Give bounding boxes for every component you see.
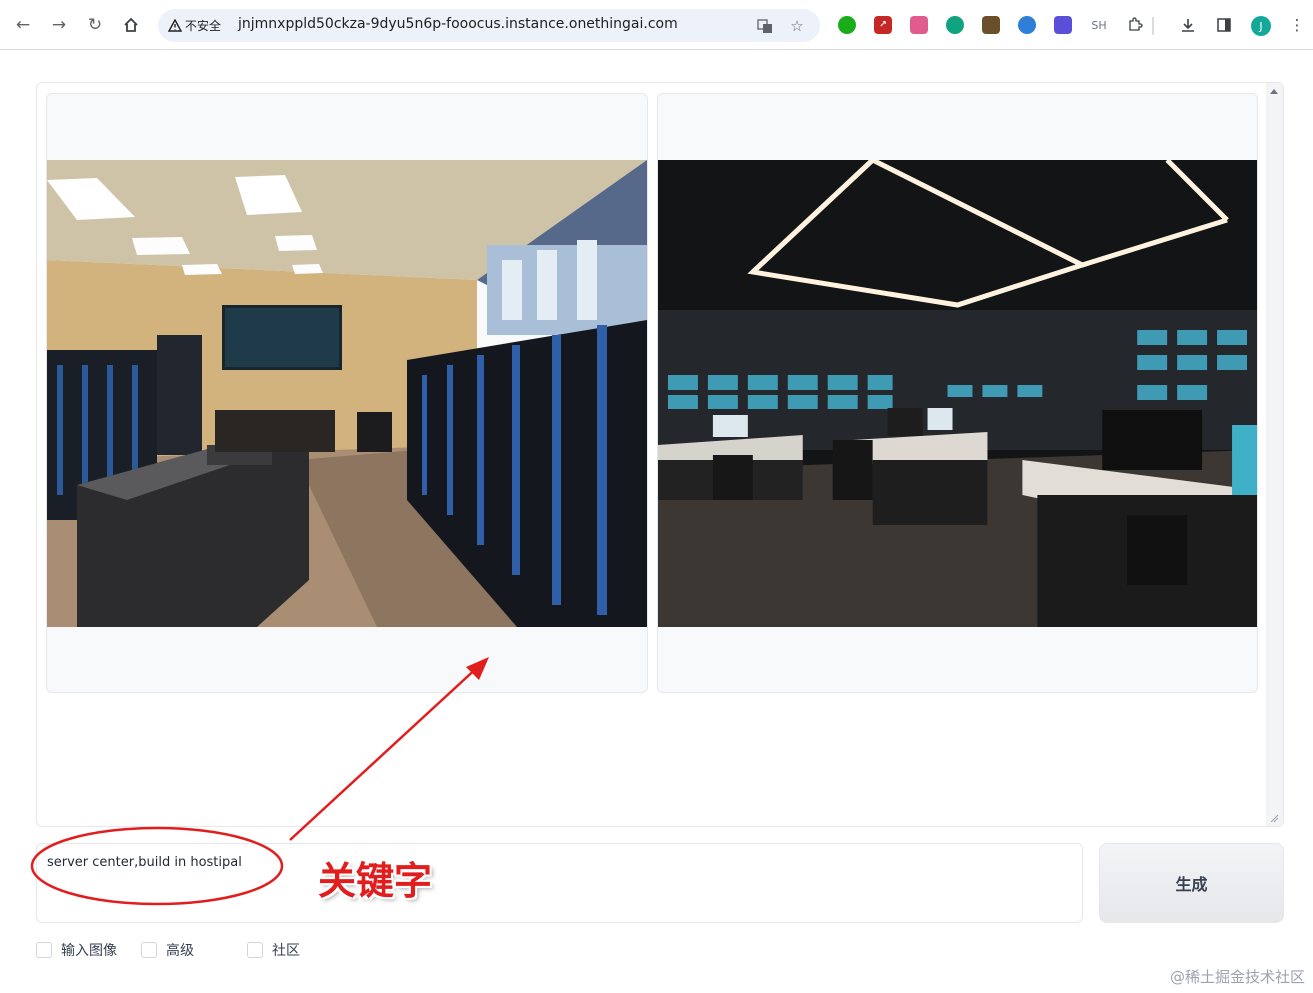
download-icon[interactable]: [1177, 14, 1199, 36]
security-warning[interactable]: 不安全: [168, 17, 221, 34]
globe-extension-icon[interactable]: [1018, 16, 1036, 34]
option-input-image[interactable]: 输入图像: [36, 940, 117, 960]
side-panel-icon[interactable]: [1213, 14, 1235, 36]
input-image-label: 输入图像: [61, 943, 117, 959]
option-community[interactable]: 社区: [247, 940, 300, 960]
image-gallery: [36, 82, 1284, 827]
sh-extension-icon[interactable]: SH: [1090, 16, 1108, 34]
bookmark-star-icon[interactable]: ☆: [787, 16, 807, 36]
generated-image-server-room[interactable]: [47, 160, 647, 627]
generate-button[interactable]: 生成: [1099, 843, 1284, 923]
annotation-label: 关键字: [318, 859, 433, 903]
chatgpt-extension-icon[interactable]: [946, 16, 964, 34]
scroll-up-icon[interactable]: [1270, 89, 1278, 94]
picture-extension-icon[interactable]: [982, 16, 1000, 34]
shield-extension-icon[interactable]: [1054, 16, 1072, 34]
translate-extension-icon[interactable]: [910, 16, 928, 34]
advanced-label: 高级: [166, 943, 194, 959]
url-text[interactable]: jnjmnxppld50ckza-9dyu5n6p-fooocus.instan…: [238, 16, 678, 32]
gallery-item-2[interactable]: [657, 93, 1258, 693]
security-label: 不安全: [185, 19, 222, 33]
watermark: @稀土掘金技术社区: [1169, 968, 1305, 986]
wechat-extension-icon[interactable]: [838, 16, 856, 34]
browser-toolbar: ← → ↻ 不安全 jnjmnxppld50ckza-9dyu5n6p-fooo…: [0, 0, 1313, 50]
prompt-input-value[interactable]: server center,build in hostipal: [47, 855, 242, 870]
more-menu-icon[interactable]: ⋮: [1286, 14, 1308, 36]
extensions-puzzle-icon[interactable]: [1124, 14, 1146, 36]
arrow-extension-icon[interactable]: ↗: [874, 16, 892, 34]
resize-grip-icon[interactable]: [1269, 813, 1279, 823]
profile-avatar[interactable]: J: [1251, 16, 1271, 36]
community-checkbox[interactable]: [247, 942, 263, 958]
advanced-checkbox[interactable]: [141, 942, 157, 958]
community-label: 社区: [272, 943, 300, 959]
translate-icon[interactable]: [755, 16, 775, 36]
gallery-scrollbar[interactable]: [1266, 83, 1283, 826]
input-image-checkbox[interactable]: [36, 942, 52, 958]
warning-icon: [168, 18, 182, 32]
option-advanced[interactable]: 高级: [141, 940, 194, 960]
toolbar-divider: [1152, 17, 1154, 35]
gallery-item-1[interactable]: [46, 93, 648, 693]
generated-image-control-room[interactable]: [658, 160, 1257, 627]
reload-icon[interactable]: ↻: [83, 12, 107, 38]
address-bar[interactable]: 不安全 jnjmnxppld50ckza-9dyu5n6p-fooocus.in…: [158, 9, 820, 42]
home-icon[interactable]: [119, 12, 143, 38]
back-icon[interactable]: ←: [11, 12, 35, 38]
forward-icon[interactable]: →: [47, 12, 71, 38]
